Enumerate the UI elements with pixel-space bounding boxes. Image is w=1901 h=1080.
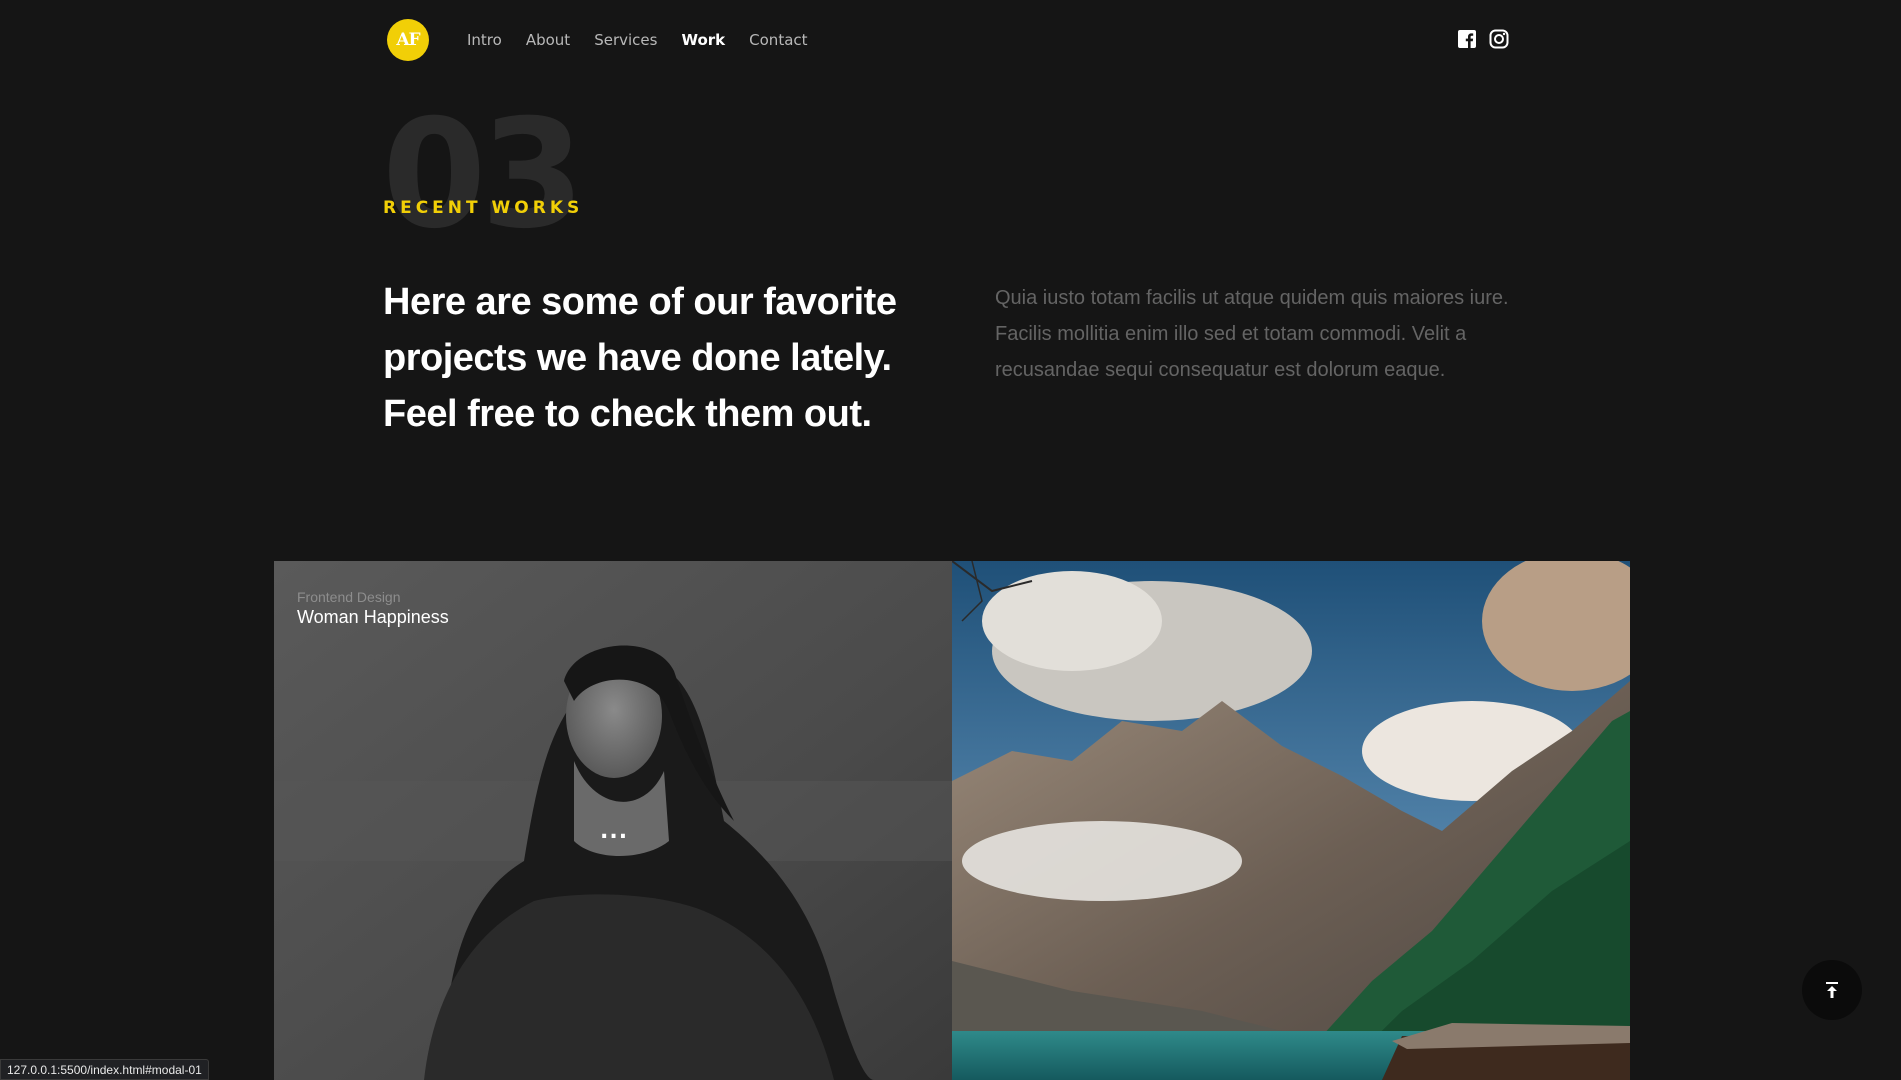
status-bar-url: 127.0.0.1:5500/index.html#modal-01 bbox=[0, 1059, 209, 1080]
more-icon[interactable]: ... bbox=[600, 819, 628, 844]
work-title: Woman Happiness bbox=[297, 607, 449, 627]
work-category: Frontend Design bbox=[297, 589, 401, 605]
arrow-up-to-line-icon bbox=[1826, 982, 1838, 998]
nav-link-contact[interactable]: Contact bbox=[749, 31, 807, 49]
nav-item-intro: Intro bbox=[467, 30, 502, 49]
section-number: 03 bbox=[382, 88, 585, 262]
section-headline: Here are some of our favorite projects w… bbox=[383, 281, 897, 435]
nav-link-intro[interactable]: Intro bbox=[467, 31, 502, 49]
social-links bbox=[1457, 29, 1509, 49]
section-kicker: RECENT WORKS bbox=[383, 198, 584, 218]
page: AF Intro About Services Work Contact 03 … bbox=[0, 0, 1901, 1080]
back-to-top-button[interactable] bbox=[1802, 960, 1862, 1020]
logo[interactable]: AF bbox=[387, 19, 429, 61]
instagram-icon[interactable] bbox=[1489, 29, 1509, 49]
works-grid: Frontend Design Woman Happiness ... bbox=[274, 561, 1630, 1080]
nav-item-services: Services bbox=[594, 30, 657, 49]
nav-link-services[interactable]: Services bbox=[594, 31, 657, 49]
nav-item-about: About bbox=[526, 30, 570, 49]
facebook-icon[interactable] bbox=[1457, 29, 1477, 49]
section-description: Quia iusto totam facilis ut atque quidem… bbox=[995, 287, 1509, 381]
nav-link-work[interactable]: Work bbox=[681, 31, 725, 49]
work-image-mountain bbox=[952, 561, 1630, 1080]
nav-item-work: Work bbox=[681, 30, 725, 49]
work-caption: Frontend Design Woman Happiness bbox=[297, 589, 449, 628]
main-nav: Intro About Services Work Contact bbox=[467, 30, 808, 49]
work-tile-woman-happiness[interactable]: Frontend Design Woman Happiness ... bbox=[274, 561, 952, 1080]
nav-link-about[interactable]: About bbox=[526, 31, 570, 49]
site-header: AF Intro About Services Work Contact bbox=[0, 0, 1901, 80]
nav-item-contact: Contact bbox=[749, 30, 807, 49]
work-tile-mountain-lake[interactable] bbox=[952, 561, 1630, 1080]
